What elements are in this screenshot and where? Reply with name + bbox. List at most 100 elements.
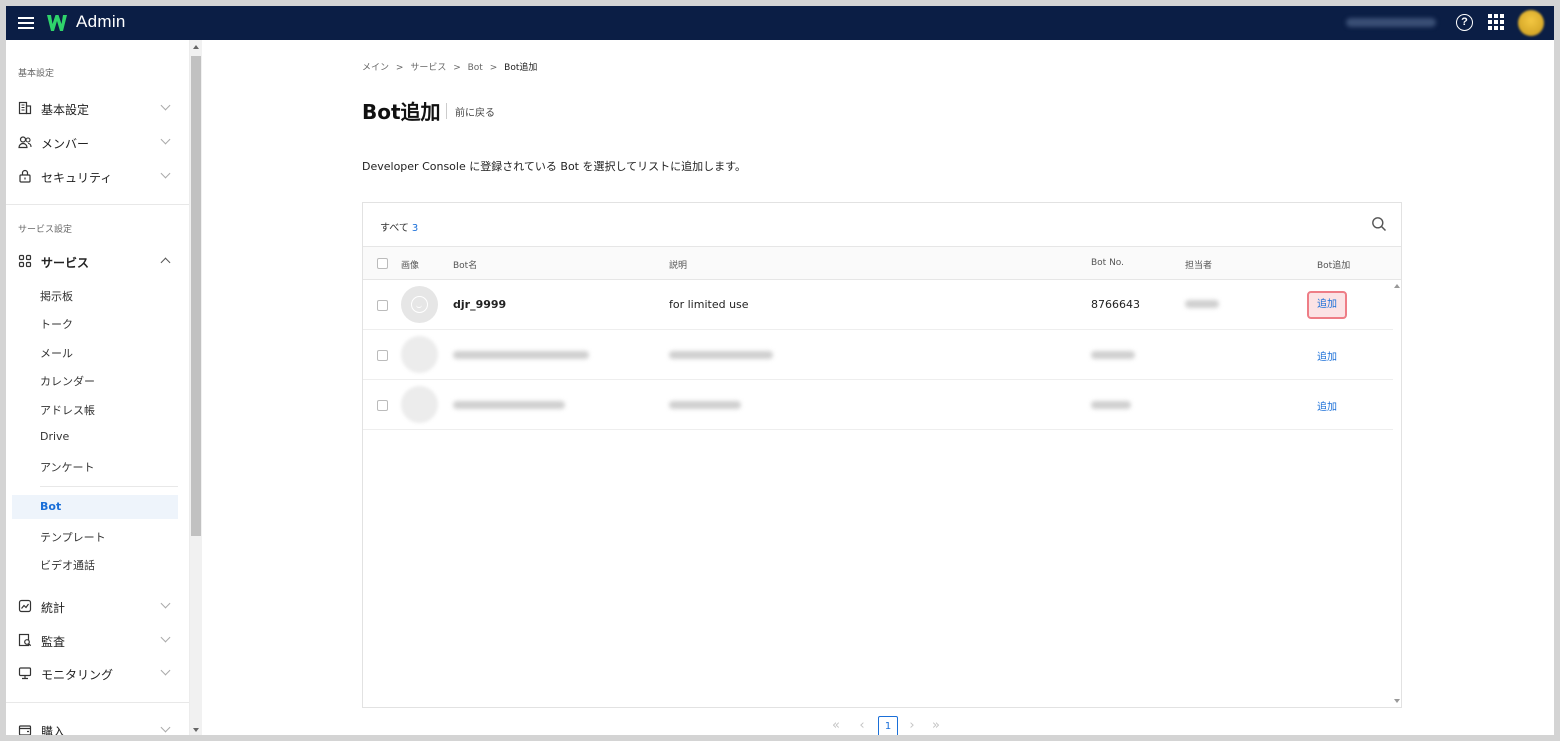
scroll-up-icon[interactable] xyxy=(1394,284,1400,288)
chevron-down-icon xyxy=(160,598,171,609)
add-bot-button[interactable]: 追加 xyxy=(1317,398,1337,413)
count-label: すべて xyxy=(380,223,409,234)
breadcrumb-sep: > xyxy=(453,63,461,73)
sidebar-item-audit[interactable]: 監査 xyxy=(6,626,189,654)
title-divider xyxy=(446,103,447,119)
sidebar-item-purchase[interactable]: 購入 xyxy=(6,716,189,735)
bot-avatar xyxy=(401,386,438,423)
add-bot-button[interactable]: 追加 xyxy=(1307,291,1347,319)
search-icon[interactable] xyxy=(1371,216,1387,232)
table-scrollbar[interactable] xyxy=(1393,280,1401,707)
breadcrumb-sep: > xyxy=(489,63,498,73)
chevron-down-icon xyxy=(160,168,171,179)
bot-face-icon xyxy=(411,296,428,313)
last-page-button[interactable]: » xyxy=(926,716,946,735)
breadcrumb-bot[interactable]: Bot xyxy=(468,63,483,73)
sidebar-item-label: 監査 xyxy=(41,635,66,649)
section-title-service: サービス設定 xyxy=(18,225,73,235)
sidebar-item-monitoring[interactable]: モニタリング xyxy=(6,659,189,687)
sidebar-subitem-talk[interactable]: トーク xyxy=(6,311,189,335)
add-bot-button[interactable]: 追加 xyxy=(1317,348,1337,363)
sidebar-item-label: サービス xyxy=(41,256,90,270)
breadcrumb-main[interactable]: メイン xyxy=(362,63,389,73)
breadcrumb-service[interactable]: サービス xyxy=(410,63,446,73)
scroll-down-icon[interactable] xyxy=(193,728,199,732)
sidebar-subitem-addressbook[interactable]: アドレス帳 xyxy=(6,397,189,421)
avatar[interactable] xyxy=(1518,10,1544,36)
sidebar-divider xyxy=(40,486,178,487)
chevron-down-icon xyxy=(160,665,171,676)
chart-icon xyxy=(18,599,32,613)
back-link[interactable]: 前に戻る xyxy=(455,104,495,119)
column-header-name: Bot名 xyxy=(453,261,478,271)
sidebar-item-label: メンバー xyxy=(41,137,90,151)
chevron-down-icon xyxy=(160,134,171,145)
row-checkbox[interactable] xyxy=(377,300,388,311)
sidebar-subitem-template[interactable]: テンプレート xyxy=(6,524,189,548)
app-title: Admin xyxy=(76,12,126,31)
sidebar-item-stats[interactable]: 統計 xyxy=(6,592,189,620)
audit-icon xyxy=(18,633,32,647)
section-title-basic: 基本設定 xyxy=(18,69,55,79)
sidebar-subitem-calendar[interactable]: カレンダー xyxy=(6,368,189,392)
count-filter[interactable]: すべて 3 xyxy=(380,219,418,234)
help-icon[interactable]: ? xyxy=(1456,14,1473,31)
scroll-up-icon[interactable] xyxy=(193,45,199,49)
sidebar-item-label: 購入 xyxy=(41,725,66,735)
table-header: 画像 Bot名 説明 Bot No. 担当者 Bot追加 xyxy=(363,247,1401,280)
chevron-down-icon xyxy=(160,632,171,643)
sidebar-subitem-video-call[interactable]: ビデオ通話 xyxy=(6,552,189,576)
sidebar-subitem-mail[interactable]: メール xyxy=(6,340,189,364)
page-description: Developer Console に登録されている Bot を選択してリストに… xyxy=(362,160,747,173)
sidebar-subitem-bot[interactable]: Bot xyxy=(12,495,178,519)
column-header-bot-no: Bot No. xyxy=(1091,258,1125,268)
table-row[interactable]: djr_9999 for limited use 8766643 追加 xyxy=(363,280,1393,330)
column-header-add: Bot追加 xyxy=(1317,261,1351,271)
chevron-down-icon xyxy=(160,100,171,111)
sidebar-item-members[interactable]: メンバー xyxy=(6,128,189,156)
select-all-checkbox[interactable] xyxy=(377,258,388,269)
bot-description: for limited use xyxy=(669,298,749,311)
works-logo-icon[interactable] xyxy=(46,12,68,34)
bot-description-blurred xyxy=(669,401,741,409)
breadcrumb-sep: > xyxy=(395,63,404,73)
prev-page-button[interactable]: ‹ xyxy=(852,716,872,735)
sidebar-item-basic[interactable]: 基本設定 xyxy=(6,94,189,122)
scrollbar-thumb[interactable] xyxy=(191,56,201,536)
table-row[interactable]: 追加 xyxy=(363,380,1393,430)
bot-name: djr_9999 xyxy=(453,298,507,311)
panel-toolbar: すべて 3 xyxy=(363,203,1401,247)
menu-icon[interactable] xyxy=(18,14,34,32)
sidebar-subitem-survey[interactable]: アンケート xyxy=(6,454,189,478)
wallet-icon xyxy=(18,725,32,735)
breadcrumb-current: Bot追加 xyxy=(504,63,538,73)
next-page-button[interactable]: › xyxy=(902,716,922,735)
building-icon xyxy=(18,101,32,115)
sidebar-subitem-drive[interactable]: Drive xyxy=(6,425,189,449)
current-page-button[interactable]: 1 xyxy=(878,716,898,735)
lock-icon xyxy=(19,169,31,183)
scroll-down-icon[interactable] xyxy=(1394,699,1400,703)
sidebar-item-security[interactable]: セキュリティ xyxy=(6,162,189,190)
sidebar-scrollbar[interactable] xyxy=(190,40,202,735)
column-header-owner: 担当者 xyxy=(1185,261,1213,271)
sidebar-subitem-board[interactable]: 掲示板 xyxy=(6,283,189,307)
row-checkbox[interactable] xyxy=(377,400,388,411)
sidebar-divider xyxy=(6,204,189,205)
sidebar-item-service[interactable]: サービス xyxy=(6,247,189,275)
user-name-blurred xyxy=(1346,18,1436,27)
row-checkbox[interactable] xyxy=(377,350,388,361)
sidebar-divider xyxy=(6,702,189,703)
bot-avatar xyxy=(401,336,438,373)
page-title: Bot追加 xyxy=(362,100,441,124)
bot-name-blurred xyxy=(453,351,589,359)
table-row[interactable]: 追加 xyxy=(363,330,1393,380)
chevron-down-icon xyxy=(160,722,171,733)
chevron-up-icon xyxy=(160,257,171,268)
bot-number: 8766643 xyxy=(1091,298,1140,311)
count-value: 3 xyxy=(411,223,419,234)
first-page-button[interactable]: « xyxy=(826,716,846,735)
apps-grid-icon[interactable] xyxy=(1488,14,1504,30)
bot-description-blurred xyxy=(669,351,773,359)
bot-avatar xyxy=(401,286,438,323)
